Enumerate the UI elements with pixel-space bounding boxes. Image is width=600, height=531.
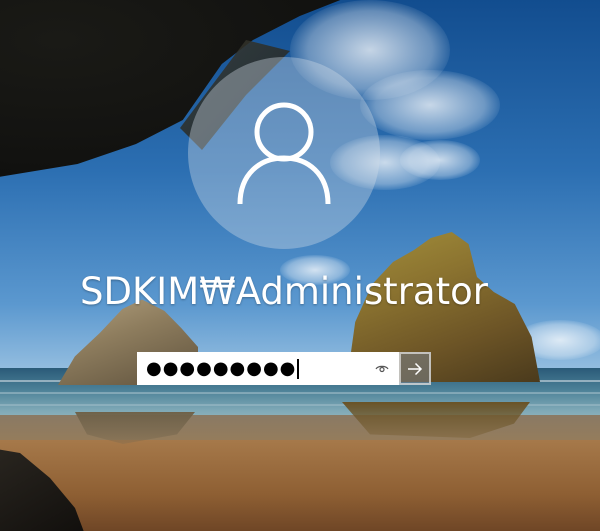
password-mask: ●●●●●●●●● bbox=[146, 358, 297, 379]
eye-icon bbox=[375, 365, 389, 373]
account-name: SDKIM₩Administrator bbox=[80, 270, 488, 313]
reveal-password-button[interactable] bbox=[375, 362, 389, 376]
arrow-right-icon bbox=[408, 362, 423, 375]
background-cloud bbox=[400, 140, 480, 180]
background-sand bbox=[0, 440, 600, 531]
password-field[interactable]: ●●●●●●●●● bbox=[137, 352, 399, 385]
background-wave bbox=[0, 392, 600, 394]
lock-screen: SDKIM₩Administrator ●●●●●●●●● bbox=[0, 0, 600, 531]
user-silhouette-icon bbox=[237, 102, 331, 205]
password-row: ●●●●●●●●● bbox=[137, 352, 431, 385]
background-cloud bbox=[360, 70, 500, 140]
user-avatar bbox=[188, 57, 380, 249]
submit-button[interactable] bbox=[399, 352, 431, 385]
text-caret bbox=[297, 358, 300, 379]
